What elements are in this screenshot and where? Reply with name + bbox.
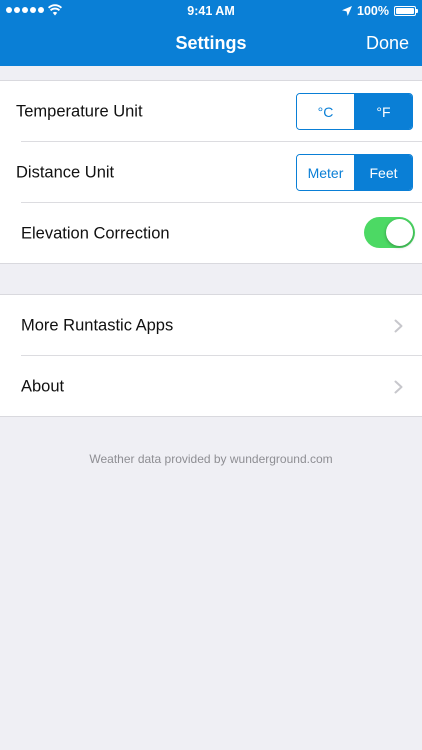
navigation-header: 9:41 AM 100% Settings Done xyxy=(0,0,422,66)
elevation-correction-label: Elevation Correction xyxy=(21,224,170,242)
battery-percent: 100% xyxy=(357,4,389,18)
celsius-option[interactable]: °C xyxy=(297,94,354,129)
temperature-unit-row: Temperature Unit °C °F xyxy=(0,81,422,142)
page-title: Settings xyxy=(175,33,247,53)
fahrenheit-option[interactable]: °F xyxy=(354,94,412,129)
status-right: 100% xyxy=(342,4,418,18)
temperature-unit-selector: °C °F xyxy=(296,93,413,130)
feet-option[interactable]: Feet xyxy=(354,155,412,190)
status-bar: 9:41 AM 100% xyxy=(0,0,422,22)
distance-unit-row: Distance Unit Meter Feet xyxy=(0,141,422,203)
links-group: More Runtastic Apps About xyxy=(0,294,422,417)
location-arrow-icon xyxy=(342,6,353,16)
temperature-unit-label: Temperature Unit xyxy=(16,102,143,120)
chevron-right-icon xyxy=(394,380,403,393)
weather-attribution: Weather data provided by wunderground.co… xyxy=(89,452,333,466)
elevation-correction-row: Elevation Correction xyxy=(0,202,422,264)
done-button[interactable]: Done xyxy=(366,33,409,54)
battery-fill xyxy=(396,8,414,14)
about-row[interactable]: About xyxy=(0,355,422,417)
more-runtastic-apps-row[interactable]: More Runtastic Apps xyxy=(0,295,422,356)
battery-icon xyxy=(394,6,418,16)
distance-unit-selector: Meter Feet xyxy=(296,154,413,191)
toggle-knob xyxy=(386,219,413,246)
distance-unit-label: Distance Unit xyxy=(16,163,115,181)
more-runtastic-apps-label: More Runtastic Apps xyxy=(21,316,174,334)
about-label: About xyxy=(21,377,65,395)
chevron-right-icon xyxy=(394,319,403,332)
meter-option[interactable]: Meter xyxy=(297,155,354,190)
units-settings-group: Temperature Unit °C °F Distance Unit Met… xyxy=(0,80,422,264)
elevation-correction-toggle[interactable] xyxy=(364,217,415,248)
